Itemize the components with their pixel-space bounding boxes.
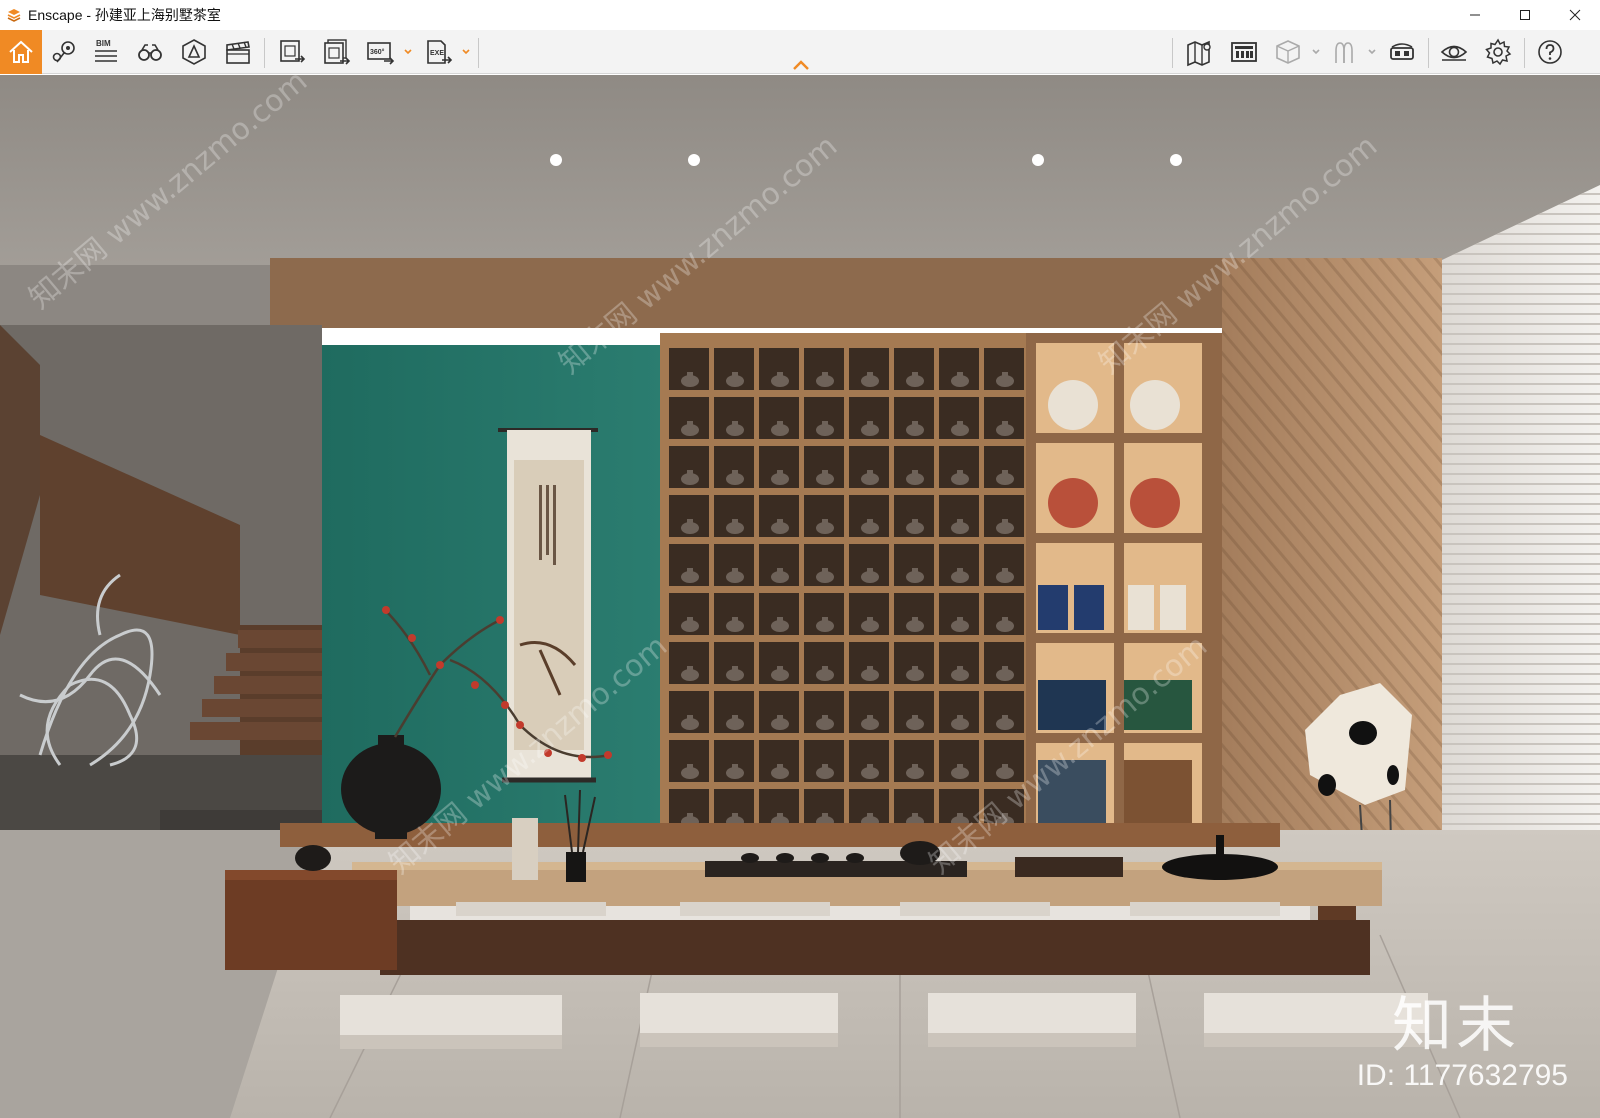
exe-export-icon: EXE xyxy=(427,40,453,64)
toolbar-separator xyxy=(1524,38,1525,68)
vr-headset-icon xyxy=(1390,43,1414,60)
eye-icon xyxy=(1440,45,1468,61)
material-editor-button[interactable] xyxy=(1224,30,1264,74)
video-editor-button[interactable] xyxy=(218,30,258,74)
cube-icon xyxy=(1276,40,1300,64)
views-button[interactable] xyxy=(44,30,84,74)
render-export-icon xyxy=(280,40,306,63)
panorama-360-icon: 360° xyxy=(367,42,395,65)
home-button[interactable] xyxy=(0,30,42,74)
render-viewport[interactable]: 知末网 www.znzmo.com 知末网 www.znzmo.com 知末网 … xyxy=(0,75,1600,1118)
enscape-logo-icon xyxy=(7,9,21,22)
exe-label: EXE xyxy=(430,50,444,57)
chevron-down-icon[interactable] xyxy=(1366,46,1378,58)
chevron-down-icon[interactable] xyxy=(460,46,472,58)
binoculars-icon xyxy=(138,44,162,61)
window-title: Enscape - 孙建亚上海别墅茶室 xyxy=(28,7,221,23)
window-titlebar: Enscape - 孙建亚上海别墅茶室 xyxy=(0,0,1600,30)
toolbar-separator xyxy=(1172,38,1173,68)
bim-label: BIM xyxy=(96,39,111,48)
bim-button[interactable]: BIM xyxy=(86,30,126,74)
building-icon xyxy=(1231,42,1257,62)
toolbar-separator xyxy=(478,38,479,68)
home-icon xyxy=(9,40,33,63)
batch-render-icon xyxy=(324,39,351,65)
toolbar-separator xyxy=(1428,38,1429,68)
people-icon xyxy=(1335,42,1353,63)
help-button[interactable] xyxy=(1530,30,1570,74)
people-button[interactable] xyxy=(1324,30,1364,74)
window-controls xyxy=(1450,0,1600,30)
exe-export-button[interactable]: EXE xyxy=(418,30,458,74)
chevron-down-icon[interactable] xyxy=(402,46,414,58)
help-icon xyxy=(1538,40,1562,64)
section-cube-button[interactable] xyxy=(1268,30,1308,74)
bim-list-icon: BIM xyxy=(95,39,117,62)
tea-room-scene: 知末网 www.znzmo.com 知末网 www.znzmo.com 知末网 … xyxy=(0,75,1600,1118)
maximize-button[interactable] xyxy=(1500,0,1550,30)
close-icon xyxy=(1569,9,1581,21)
walk-mode-button[interactable] xyxy=(130,30,170,74)
collapse-toolbar-icon[interactable] xyxy=(790,58,812,72)
maximize-icon xyxy=(1520,10,1530,20)
close-button[interactable] xyxy=(1550,0,1600,30)
toolbar-separator xyxy=(264,38,265,68)
minimize-button[interactable] xyxy=(1450,0,1500,30)
map-icon xyxy=(1187,40,1211,67)
batch-render-button[interactable] xyxy=(316,30,356,74)
panorama-button[interactable]: 360° xyxy=(360,30,400,74)
minimize-icon xyxy=(1470,14,1480,16)
visual-settings-button[interactable] xyxy=(1434,30,1474,74)
location-pins-icon xyxy=(52,41,75,63)
asset-library-button[interactable] xyxy=(174,30,214,74)
panorama-label: 360° xyxy=(370,48,385,56)
clapperboard-icon xyxy=(226,41,250,64)
gear-icon xyxy=(1485,38,1512,66)
map-button[interactable] xyxy=(1180,30,1220,74)
watermark-id: ID: 1177632795 xyxy=(1356,1059,1568,1092)
asset-library-icon xyxy=(182,39,206,65)
watermark-logo: 知末 xyxy=(1392,991,1520,1061)
vr-headset-button[interactable] xyxy=(1382,30,1422,74)
screenshot-button[interactable] xyxy=(272,30,312,74)
chevron-down-icon[interactable] xyxy=(1310,46,1322,58)
settings-button[interactable] xyxy=(1478,30,1518,74)
